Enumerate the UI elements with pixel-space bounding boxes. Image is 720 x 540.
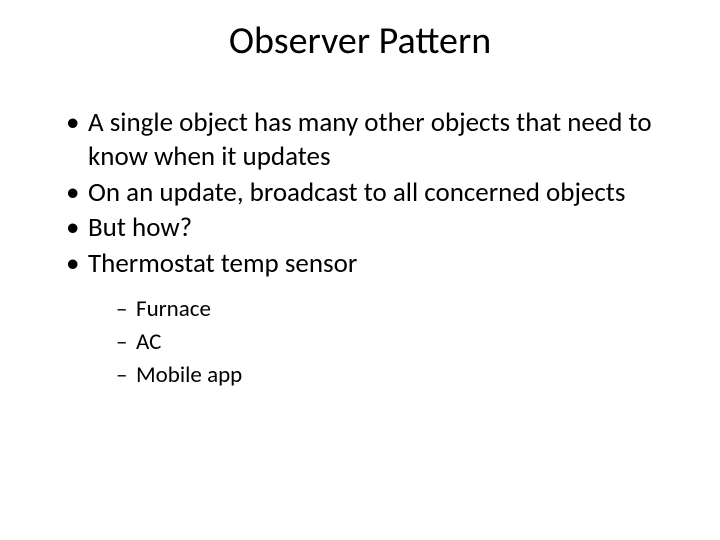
- sub-bullet-item: Mobile app: [116, 359, 672, 392]
- bullet-item: But how?: [66, 211, 672, 245]
- bullet-item-label: Thermostat temp sensor: [88, 247, 357, 280]
- sub-bullet-list: Furnace AC Mobile app: [88, 293, 672, 393]
- bullet-list: A single object has many other objects t…: [48, 106, 672, 393]
- bullet-item: A single object has many other objects t…: [66, 106, 672, 174]
- bullet-item: On an update, broadcast to all concerned…: [66, 176, 672, 210]
- sub-bullet-item: AC: [116, 326, 672, 359]
- bullet-item: Thermostat temp sensor Furnace AC Mobile…: [66, 247, 672, 393]
- sub-bullet-item: Furnace: [116, 293, 672, 326]
- slide: Observer Pattern A single object has man…: [0, 0, 720, 540]
- slide-title: Observer Pattern: [48, 18, 672, 64]
